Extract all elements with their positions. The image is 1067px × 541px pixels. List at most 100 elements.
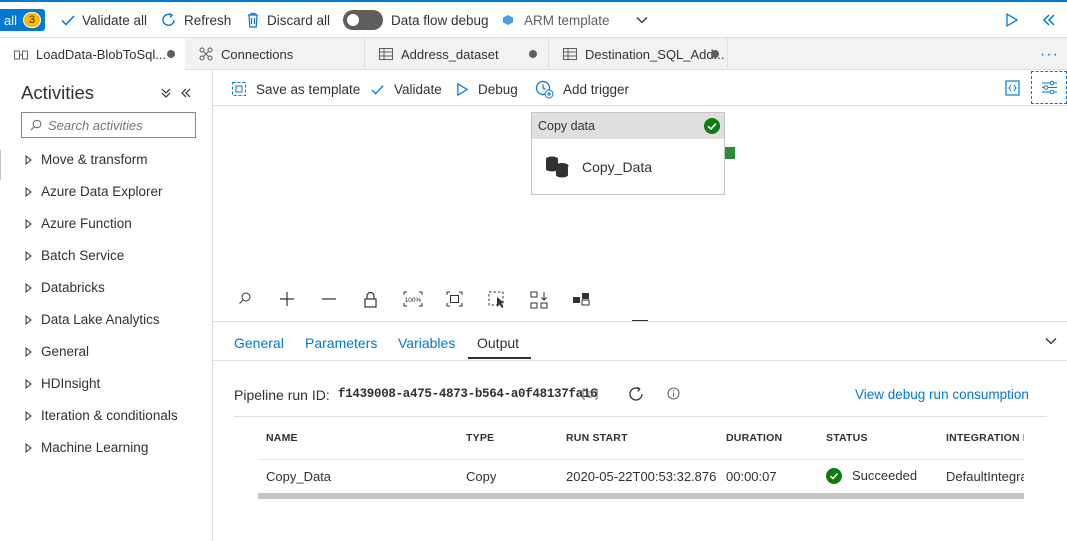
- expand-triangle-icon: [25, 218, 32, 229]
- debug-button[interactable]: Debug: [456, 78, 518, 100]
- tab-destination-sql[interactable]: Destination_SQL_Add...: [548, 38, 728, 70]
- tab-variables[interactable]: Variables: [398, 335, 455, 351]
- column-header-integration-runtime[interactable]: INTEGRATION RU: [946, 432, 1024, 444]
- cell-duration: 00:00:07: [726, 469, 777, 484]
- sidebar-item-databricks[interactable]: Databricks: [25, 280, 105, 295]
- sidebar-item-label: HDInsight: [41, 376, 101, 391]
- validate-label: Validate: [394, 81, 442, 97]
- success-check-icon: [826, 467, 842, 484]
- success-output-connector[interactable]: [725, 147, 735, 159]
- validate-all-button[interactable]: Validate all: [60, 9, 147, 31]
- tab-parameters[interactable]: Parameters: [305, 335, 377, 351]
- fit-to-screen-icon[interactable]: [446, 291, 463, 307]
- collapse-sidebar-icon[interactable]: [180, 87, 192, 99]
- tab-address-dataset[interactable]: Address_dataset: [365, 38, 548, 70]
- lock-icon[interactable]: [363, 291, 378, 308]
- table-icon: [379, 48, 393, 60]
- collapse-panel-button[interactable]: [1042, 9, 1056, 31]
- sidebar-item-azure-function[interactable]: Azure Function: [25, 216, 132, 231]
- collapse-all-icon[interactable]: [160, 87, 172, 99]
- tab-output[interactable]: Output: [477, 335, 519, 351]
- sidebar-item-label: Iteration & conditionals: [41, 408, 178, 423]
- copy-data-activity[interactable]: Copy data Copy_Data: [531, 112, 725, 195]
- column-header-run-start[interactable]: RUN START: [566, 432, 628, 444]
- properties-button[interactable]: [1031, 71, 1067, 104]
- search-icon: [30, 119, 42, 131]
- toggle-switch[interactable]: [343, 10, 383, 30]
- zoom-out-icon[interactable]: [321, 291, 337, 307]
- refresh-button[interactable]: Refresh: [160, 9, 231, 31]
- select-region-icon[interactable]: [488, 291, 506, 308]
- trash-icon: [245, 11, 261, 29]
- auto-align-icon[interactable]: [530, 291, 548, 309]
- success-check-icon: [704, 118, 720, 134]
- view-debug-run-consumption-link[interactable]: View debug run consumption: [855, 387, 1029, 402]
- info-icon[interactable]: [667, 387, 680, 400]
- debug-label: Debug: [478, 81, 518, 97]
- double-chevron-left-icon: [1042, 13, 1056, 27]
- sidebar-item-hdinsight[interactable]: HDInsight: [25, 376, 100, 391]
- tab-general[interactable]: General: [234, 335, 284, 351]
- sidebar-item-label: Move & transform: [41, 152, 148, 167]
- code-view-icon[interactable]: [1005, 80, 1020, 96]
- column-header-status[interactable]: STATUS: [826, 432, 868, 444]
- sidebar-item-label: General: [41, 344, 90, 359]
- trigger-icon: [535, 80, 554, 99]
- sidebar-item-label: Batch Service: [41, 248, 125, 263]
- copy-id-icon[interactable]: @: [582, 387, 598, 401]
- zoom-in-icon[interactable]: [279, 291, 295, 307]
- save-as-template-button[interactable]: Save as template: [231, 78, 360, 100]
- horizontal-scrollbar[interactable]: [258, 493, 1024, 499]
- sidebar-item-move-transform[interactable]: Move & transform: [25, 152, 148, 167]
- sidebar-item-label: Azure Data Explorer: [41, 184, 163, 199]
- pipeline-icon: [14, 49, 28, 61]
- zoom-search-icon[interactable]: [238, 291, 252, 307]
- active-tab-underline: [468, 357, 531, 359]
- publish-all-button[interactable]: all 3: [0, 9, 45, 31]
- show-lineage-icon[interactable]: [572, 291, 590, 307]
- validate-button[interactable]: Validate: [370, 78, 442, 100]
- collapse-panel-chevron-icon[interactable]: [1045, 337, 1057, 345]
- pipeline-run-id-label: Pipeline run ID:: [234, 387, 330, 403]
- sidebar-item-machine-learning[interactable]: Machine Learning: [25, 440, 148, 455]
- column-header-name[interactable]: NAME: [266, 432, 298, 444]
- sidebar-title: Activities: [21, 82, 94, 103]
- data-flow-debug-toggle[interactable]: Data flow debug: [343, 9, 489, 31]
- tab-label: Destination_SQL_Add...: [585, 46, 725, 62]
- sidebar-item-label: Azure Function: [41, 216, 132, 231]
- tabs-divider: [213, 360, 1067, 361]
- arm-template-label: ARM template: [524, 12, 610, 28]
- refresh-icon[interactable]: [627, 385, 645, 403]
- status-text: Succeeded: [852, 468, 918, 484]
- cell-name: Copy_Data: [266, 469, 332, 484]
- unsaved-dot: [529, 50, 537, 58]
- sidebar-item-data-lake-analytics[interactable]: Data Lake Analytics: [25, 312, 160, 327]
- refresh-label: Refresh: [184, 12, 232, 28]
- tab-pipeline[interactable]: LoadData-BlobToSql...: [0, 38, 185, 71]
- add-trigger-button[interactable]: Add trigger: [535, 78, 629, 100]
- expand-triangle-icon: [25, 250, 32, 261]
- cell-run-start: 2020-05-22T00:53:32.876: [566, 469, 717, 484]
- search-activities-box[interactable]: [21, 112, 196, 138]
- cell-type: Copy: [466, 469, 497, 484]
- column-header-duration[interactable]: DURATION: [726, 432, 782, 444]
- sidebar-item-batch-service[interactable]: Batch Service: [25, 248, 124, 263]
- run-button[interactable]: [1005, 9, 1019, 31]
- unsaved-dot: [167, 50, 175, 58]
- database-copy-icon: [544, 155, 570, 179]
- expand-triangle-icon: [25, 282, 32, 293]
- sidebar-item-iteration-conditionals[interactable]: Iteration & conditionals: [25, 408, 178, 423]
- more-tabs-icon[interactable]: ···: [1040, 46, 1059, 64]
- column-header-type[interactable]: TYPE: [466, 432, 494, 444]
- expand-triangle-icon: [25, 186, 32, 197]
- tab-connections[interactable]: Connections: [185, 38, 365, 70]
- publish-all-label: all: [4, 12, 18, 28]
- search-input[interactable]: [48, 117, 188, 133]
- sidebar-item-general[interactable]: General: [25, 344, 89, 359]
- checkmark-icon: [370, 82, 385, 97]
- arm-template-dropdown[interactable]: ARM template: [502, 9, 648, 31]
- sidebar-item-azure-data-explorer[interactable]: Azure Data Explorer: [25, 184, 163, 199]
- discard-all-button[interactable]: Discard all: [245, 9, 330, 31]
- zoom-100-icon[interactable]: 100%: [403, 291, 423, 307]
- arm-template-icon: [502, 14, 514, 26]
